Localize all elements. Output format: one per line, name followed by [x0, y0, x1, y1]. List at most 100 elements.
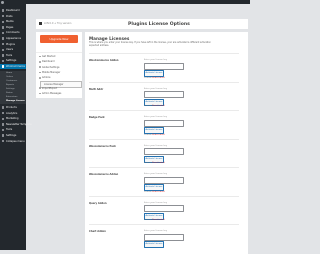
admin-sidebar: Dashboard Posts Media Pages Comments Appearan…	[0, 4, 32, 250]
license-key-input[interactable]	[144, 176, 184, 184]
collapse-icon	[1, 139, 4, 143]
sidebar-item-tools[interactable]: Tools	[0, 127, 26, 132]
dashboard-icon	[1, 9, 4, 12]
nav-item-mobile-manager[interactable]: Mobile Manager	[42, 71, 60, 74]
sidebar-item-newsletter-template[interactable]: Newsletter Template	[0, 122, 32, 127]
sidebar-item-label: Media	[6, 20, 14, 24]
pin-icon	[1, 14, 4, 18]
tools-icon	[1, 54, 4, 57]
mail-icon	[1, 123, 4, 126]
sidebar-item-dashboard[interactable]: Dashboard	[0, 8, 26, 13]
nav-item-dashboard[interactable]: Dashboard	[42, 60, 54, 63]
submenu-item-status[interactable]: Status	[6, 92, 13, 94]
submenu-item-customers[interactable]: Customers	[6, 80, 17, 82]
license-status: Deactivated	[152, 76, 165, 79]
license-key-input[interactable]	[144, 233, 184, 241]
license-name: Woocommerce Pack	[89, 144, 116, 148]
sidebar-item-pages[interactable]: Pages	[0, 25, 26, 30]
license-key-hint: Enter your license key	[144, 173, 168, 175]
sidebar-item-label: Tools	[6, 128, 13, 132]
submenu-item-manage-license[interactable]: Manage License	[6, 100, 25, 102]
nav-item-global-settings[interactable]: Global Settings	[42, 66, 59, 69]
sidebar-item-comments[interactable]: Comments	[0, 30, 26, 35]
sidebar-item-appearance[interactable]: Appearance	[0, 36, 26, 41]
submenu-item-reports[interactable]: Reports	[6, 84, 14, 86]
license-divider	[89, 167, 239, 168]
content-area: LCN 0.0 + Tiny version Plugins License O…	[26, 4, 250, 254]
sidebar-item-label: Analytics	[6, 111, 18, 115]
nav-bullet-icon	[39, 76, 41, 79]
nav-bullet-icon	[39, 60, 41, 63]
sidebar-item-label: Plugins	[6, 42, 15, 46]
license-key-hint: Enter your license key	[144, 144, 168, 147]
license-name: WooCommerce Addon	[89, 59, 119, 62]
submenu-item-orders[interactable]: Orders	[6, 76, 13, 78]
license-key-input[interactable]	[144, 119, 184, 127]
nav-item-get-started[interactable]: Get Started	[42, 55, 55, 58]
sidebar-item-tools[interactable]: Tools	[0, 53, 26, 58]
product-icon	[1, 106, 4, 109]
license-key-input[interactable]	[144, 91, 184, 98]
sidebar-item-label: Settings	[6, 134, 17, 138]
submenu-item-settings[interactable]: Settings	[6, 88, 15, 90]
license-divider	[89, 138, 239, 140]
license-key-hint: Enter your license key	[144, 116, 168, 118]
nav-item-addons[interactable]: Addons	[42, 76, 51, 79]
license-divider	[89, 81, 239, 83]
settings-icon	[1, 134, 4, 137]
submenu-item-extensions[interactable]: Extensions	[6, 96, 17, 98]
sidebar-item-label: Settings	[6, 59, 17, 63]
license-status: Deactivated	[152, 162, 165, 164]
sidebar-item-marketing[interactable]: Marketing	[0, 116, 26, 121]
plugin-name: LCN 0.0 + Tiny version	[44, 22, 72, 25]
nav-divider	[36, 52, 82, 53]
nav-bullet-icon	[39, 66, 41, 68]
license-key-hint: Enter your license key	[144, 87, 168, 90]
media-icon	[1, 20, 4, 23]
license-key-input[interactable]	[144, 205, 184, 212]
sidebar-item-plugins[interactable]: Plugins	[0, 42, 26, 47]
nav-bullet-icon	[39, 55, 41, 58]
sidebar-item-woocommerce[interactable]: WooCommerce	[0, 64, 26, 69]
license-status: Deactivated	[152, 190, 165, 193]
activate-license-button[interactable]: Activate License	[144, 241, 164, 248]
sidebar-item-label: Dashboard	[6, 9, 20, 13]
woo-icon	[1, 65, 4, 68]
plugin-header: LCN 0.0 + Tiny version Plugins License O…	[36, 19, 248, 29]
nav-item-admin-messages[interactable]: Admin Messages	[42, 92, 61, 95]
nav-bullet-icon	[39, 92, 41, 95]
nav-bullet-icon	[39, 87, 41, 90]
license-name: Woocommerce Addon	[89, 173, 119, 176]
license-name: Chart Addon	[89, 230, 106, 233]
sidebar-item-label: Comments	[6, 31, 20, 35]
license-key-input[interactable]	[144, 148, 184, 155]
license-key-input[interactable]	[144, 62, 184, 70]
tools-icon	[1, 128, 4, 132]
megaphone-icon	[1, 117, 4, 120]
upgrade-now-button[interactable]: Upgrade Now	[40, 35, 78, 43]
sidebar-item-products[interactable]: Products	[0, 105, 26, 110]
sidebar-item-users[interactable]: Users	[0, 47, 26, 52]
sidebar-item-settings[interactable]: Settings	[0, 133, 26, 138]
sidebar-item-settings[interactable]: Settings	[0, 58, 26, 63]
license-key-hint: Enter your license key	[144, 201, 168, 204]
sidebar-item-label: WooCommerce	[6, 65, 25, 69]
sidebar-item-label: Tools	[6, 53, 13, 57]
sidebar-item-posts[interactable]: Posts	[0, 14, 26, 19]
nav-item-importexport[interactable]: ImportExport	[42, 87, 57, 90]
submenu-item-home[interactable]: Home	[6, 72, 12, 74]
nav-bullet-icon	[39, 71, 41, 74]
sidebar-item-label: Collapse menu	[6, 139, 25, 143]
license-name: Query Addon	[89, 201, 107, 205]
comment-icon	[1, 31, 4, 35]
sidebar-item-label: Users	[6, 48, 14, 52]
license-status: Deactivated	[152, 105, 165, 107]
sidebar-item-collapse-menu[interactable]: Collapse menu	[0, 139, 26, 144]
pages-icon	[1, 26, 4, 29]
page-title: Plugins License Options	[128, 22, 190, 27]
sidebar-item-analytics[interactable]: Analytics	[0, 111, 26, 116]
license-status: Deactivated	[152, 219, 165, 221]
section-description: This is where you enter your license key…	[89, 41, 211, 47]
license-name: Badge Pack	[89, 116, 105, 119]
sidebar-item-media[interactable]: Media	[0, 19, 26, 24]
